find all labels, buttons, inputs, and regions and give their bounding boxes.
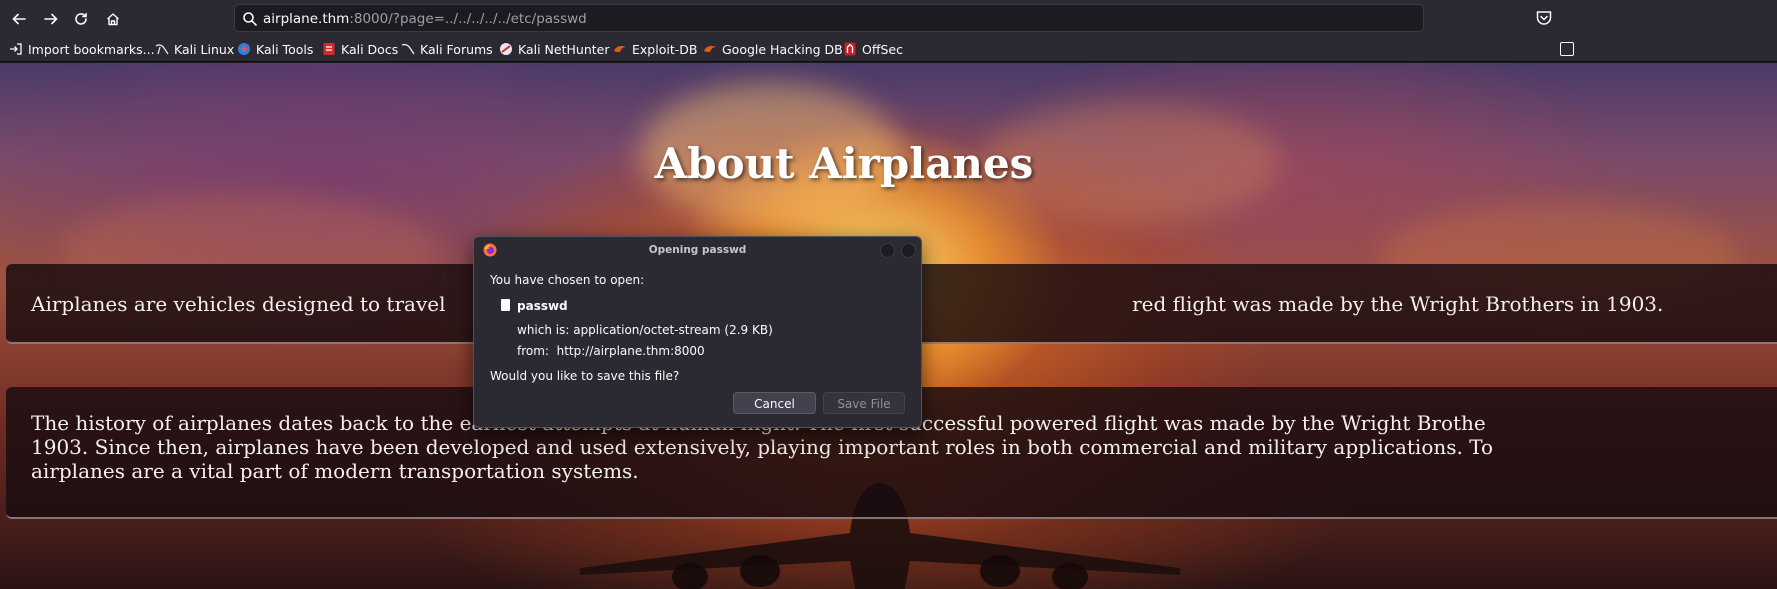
bookmark-kali-docs[interactable]: Kali Docs [322,40,398,58]
bookmark-kali-nethunter[interactable]: Kali NetHunter [499,40,609,58]
bookmark-label: Google Hacking DB [722,41,843,57]
url-path: :8000/?page=../../../../../etc/passwd [349,11,587,27]
bookmark-exploit-db[interactable]: Exploit-DB [613,40,697,58]
page-title: About Airplanes [654,139,1034,188]
dialog-intro: You have chosen to open: [490,273,645,287]
forward-button[interactable] [38,6,64,32]
dialog-question: Would you like to save this file? [490,369,680,383]
history-line: 1903. Since then, airplanes have been de… [31,435,1494,459]
back-button[interactable] [6,6,32,32]
home-button[interactable] [100,6,126,32]
home-icon [107,13,119,26]
kali-forums-icon [401,43,415,55]
exploit-db-icon [614,46,626,52]
dialog-titlebar[interactable]: Opening passwd [474,237,921,263]
reload-button[interactable] [68,6,94,32]
url-host: airplane.thm [263,11,350,27]
download-dialog: Opening passwd You have chosen to open: … [473,236,922,428]
pocket-icon[interactable] [1535,9,1553,27]
dialog-source: from: http://airplane.thm:8000 [517,344,705,358]
bookmark-label: Import bookmarks... [28,41,155,57]
import-icon [10,43,22,55]
kali-dragon-icon [155,44,169,55]
bookmark-label: Kali Docs [341,41,399,57]
bookmark-offsec[interactable]: OffSec [843,40,903,58]
forward-arrow-icon [44,13,58,25]
url-bar[interactable]: airplane.thm:8000/?page=../../../../../e… [234,4,1424,32]
reload-icon [75,12,87,25]
close-button[interactable] [901,243,916,258]
nethunter-icon [500,43,512,55]
save-file-button[interactable]: Save File [823,392,905,414]
bookmark-kali-forums[interactable]: Kali Forums [401,40,493,58]
url-text: airplane.thm:8000/?page=../../../../../e… [263,11,587,27]
kali-docs-icon [323,43,335,55]
bookmark-label: Kali Forums [420,41,493,57]
dialog-filetype: which is: application/octet-stream (2.9 … [517,323,773,337]
bookmark-label: Kali Linux [174,41,235,57]
cancel-button[interactable]: Cancel [733,392,816,414]
bookmark-kali-tools[interactable]: Kali Tools [237,40,313,58]
bookmark-label: Exploit-DB [632,41,698,57]
offsec-icon [844,42,856,56]
kali-tools-icon [238,43,250,55]
dialog-title: Opening passwd [648,244,747,256]
bookmark-label: Kali NetHunter [518,41,610,57]
back-arrow-icon [12,13,26,25]
bookmark-ghdb[interactable]: Google Hacking DB [703,40,843,58]
minimize-button[interactable] [880,243,895,258]
history-line: airplanes are a vital part of modern tra… [31,459,639,483]
browser-toolbar: airplane.thm:8000/?page=../../../../../e… [0,0,1777,36]
file-icon [501,299,510,311]
bookmarks-toolbar: Import bookmarks... Kali Linux Kali Tool… [0,36,1777,62]
bookmark-import[interactable]: Import bookmarks... [9,40,155,58]
dialog-filename: passwd [517,299,568,313]
other-bookmarks-icon[interactable] [1560,42,1574,56]
search-icon [243,12,257,26]
bookmark-label: OffSec [862,41,903,57]
ghdb-icon [704,46,716,52]
bookmark-label: Kali Tools [256,41,314,57]
bookmark-kali-linux[interactable]: Kali Linux [155,40,234,58]
